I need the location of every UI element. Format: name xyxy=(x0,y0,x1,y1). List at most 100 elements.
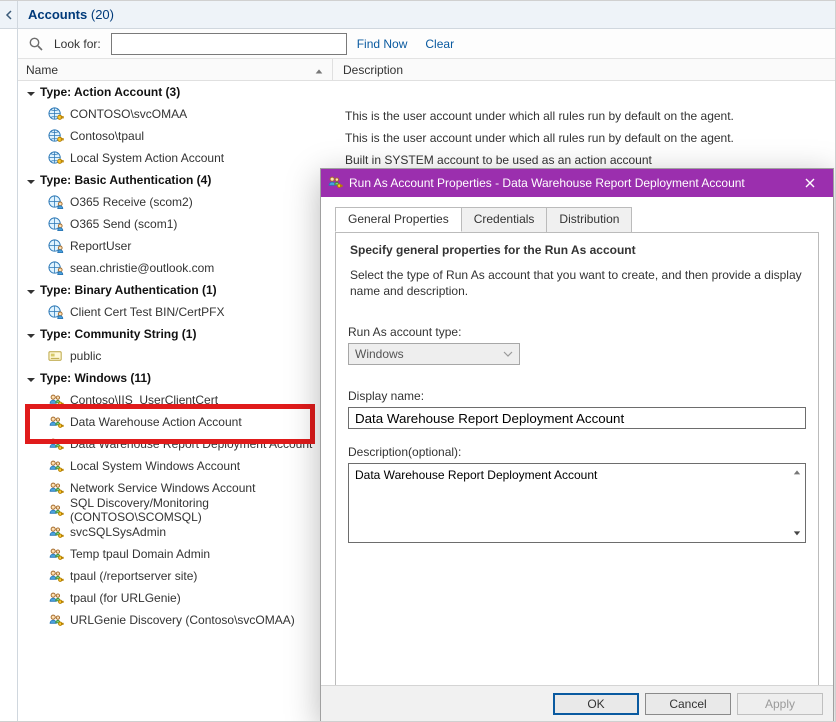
account-type-value: Windows xyxy=(355,347,404,361)
description-row: This is the user account under which all… xyxy=(345,127,835,149)
account-type-icon xyxy=(48,260,64,276)
find-now-link[interactable]: Find Now xyxy=(357,37,408,51)
tree-item[interactable]: Temp tpaul Domain Admin xyxy=(18,543,333,565)
page-title-bar: Accounts (20) xyxy=(18,1,835,29)
tree-item[interactable]: tpaul (for URLGenie) xyxy=(18,587,333,609)
displayname-label: Display name: xyxy=(348,389,806,403)
tree-item-label: svcSQLSysAdmin xyxy=(70,525,166,539)
tree-item[interactable]: tpaul (/reportserver site) xyxy=(18,565,333,587)
account-type-icon xyxy=(48,568,64,584)
tree-group-label: Type: Action Account (3) xyxy=(40,85,180,99)
cancel-button[interactable]: Cancel xyxy=(645,693,731,715)
section-heading: Specify general properties for the Run A… xyxy=(350,243,806,257)
tree-item[interactable]: O365 Receive (scom2) xyxy=(18,191,333,213)
tab-credentials[interactable]: Credentials xyxy=(461,207,548,232)
search-icon xyxy=(28,36,44,52)
scrollbar-down-icon[interactable] xyxy=(790,526,804,540)
tree-item[interactable]: Local System Windows Account xyxy=(18,455,333,477)
account-type-icon xyxy=(48,436,64,452)
accounts-tree[interactable]: Type: Action Account (3) CONTOSO\svcOMAA C… xyxy=(18,81,333,721)
tree-item-label: SQL Discovery/Monitoring (CONTOSO\SCOMSQ… xyxy=(70,496,333,524)
account-type-icon xyxy=(48,458,64,474)
apply-button: Apply xyxy=(737,693,823,715)
account-type-select: Windows xyxy=(348,343,520,365)
tree-item[interactable]: Local System Action Account xyxy=(18,147,333,169)
tab-general-properties[interactable]: General Properties xyxy=(335,207,462,232)
account-type-label: Run As account type: xyxy=(348,325,806,339)
disclosure-icon xyxy=(26,329,36,339)
description-textarea[interactable] xyxy=(348,463,806,543)
tree-item-label: Contoso\IIS_UserClientCert xyxy=(70,393,218,407)
search-input[interactable] xyxy=(111,33,347,55)
runas-properties-dialog: Run As Account Properties - Data Warehou… xyxy=(320,168,834,722)
ok-button[interactable]: OK xyxy=(553,693,639,715)
lookfor-bar: Look for: Find Now Clear xyxy=(18,29,835,59)
nav-strip xyxy=(0,29,18,721)
dialog-title-bar[interactable]: Run As Account Properties - Data Warehou… xyxy=(321,169,833,197)
tree-item[interactable]: public xyxy=(18,345,333,367)
tree-group[interactable]: Type: Community String (1) xyxy=(18,323,333,345)
tree-item[interactable]: SQL Discovery/Monitoring (CONTOSO\SCOMSQ… xyxy=(18,499,333,521)
account-type-icon xyxy=(48,392,64,408)
tree-item[interactable]: Client Cert Test BIN/CertPFX xyxy=(18,301,333,323)
tree-item[interactable]: svcSQLSysAdmin xyxy=(18,521,333,543)
account-type-icon xyxy=(48,480,64,496)
clear-link[interactable]: Clear xyxy=(425,37,454,51)
page-title: Accounts xyxy=(28,7,87,22)
account-type-icon xyxy=(48,348,64,364)
displayname-input[interactable] xyxy=(348,407,806,429)
tree-item-label: public xyxy=(70,349,101,363)
tree-item[interactable]: sean.christie@outlook.com xyxy=(18,257,333,279)
column-header-description[interactable]: Description xyxy=(333,63,403,77)
account-type-icon xyxy=(48,546,64,562)
tree-group[interactable]: Type: Basic Authentication (4) xyxy=(18,169,333,191)
tree-group-label: Type: Binary Authentication (1) xyxy=(40,283,217,297)
tree-item-label: sean.christie@outlook.com xyxy=(70,261,214,275)
account-type-icon xyxy=(48,304,64,320)
tree-item-label: URLGenie Discovery (Contoso\svcOMAA) xyxy=(70,613,295,627)
tab-distribution[interactable]: Distribution xyxy=(546,207,632,232)
tree-item-label: tpaul (/reportserver site) xyxy=(70,569,197,583)
scrollbar-up-icon[interactable] xyxy=(790,465,804,479)
account-type-icon xyxy=(48,238,64,254)
account-type-icon xyxy=(48,216,64,232)
tab-content: Specify general properties for the Run A… xyxy=(335,232,819,702)
tree-item-label: O365 Send (scom1) xyxy=(70,217,177,231)
tree-item[interactable]: Data Warehouse Action Account xyxy=(18,411,333,433)
tree-group[interactable]: Type: Binary Authentication (1) xyxy=(18,279,333,301)
tree-item-label: Client Cert Test BIN/CertPFX xyxy=(70,305,225,319)
account-type-icon xyxy=(48,502,64,518)
account-type-icon xyxy=(48,106,64,122)
tree-item[interactable]: CONTOSO\svcOMAA xyxy=(18,103,333,125)
tree-item[interactable]: ReportUser xyxy=(18,235,333,257)
help-text: Select the type of Run As account that y… xyxy=(350,267,804,299)
tree-item[interactable]: URLGenie Discovery (Contoso\svcOMAA) xyxy=(18,609,333,631)
tree-item-label: Local System Action Account xyxy=(70,151,224,165)
tree-item[interactable]: Data Warehouse Report Deployment Account xyxy=(18,433,333,455)
tree-item-label: Contoso\tpaul xyxy=(70,129,144,143)
dialog-close-button[interactable] xyxy=(793,173,827,193)
tree-item-label: O365 Receive (scom2) xyxy=(70,195,193,209)
tree-item-label: tpaul (for URLGenie) xyxy=(70,591,181,605)
column-header-description-label: Description xyxy=(343,63,403,77)
tree-item[interactable]: Contoso\tpaul xyxy=(18,125,333,147)
account-type-icon xyxy=(48,128,64,144)
back-button[interactable] xyxy=(0,1,18,29)
chevron-down-icon xyxy=(503,351,513,357)
tree-item[interactable]: O365 Send (scom1) xyxy=(18,213,333,235)
disclosure-icon xyxy=(26,87,36,97)
tree-group[interactable]: Type: Action Account (3) xyxy=(18,81,333,103)
account-type-icon xyxy=(48,414,64,430)
tree-item-label: Network Service Windows Account xyxy=(70,481,255,495)
column-header-name[interactable]: Name xyxy=(18,59,333,80)
columns-header: Name Description xyxy=(18,59,835,81)
tree-item[interactable]: Contoso\IIS_UserClientCert xyxy=(18,389,333,411)
tree-group[interactable]: Type: Windows (11) xyxy=(18,367,333,389)
tree-item-label: Local System Windows Account xyxy=(70,459,240,473)
chevron-left-icon xyxy=(5,10,13,20)
account-type-icon xyxy=(48,524,64,540)
close-icon xyxy=(805,178,815,188)
disclosure-icon xyxy=(26,373,36,383)
tree-item-label: ReportUser xyxy=(70,239,131,253)
account-type-icon xyxy=(48,590,64,606)
